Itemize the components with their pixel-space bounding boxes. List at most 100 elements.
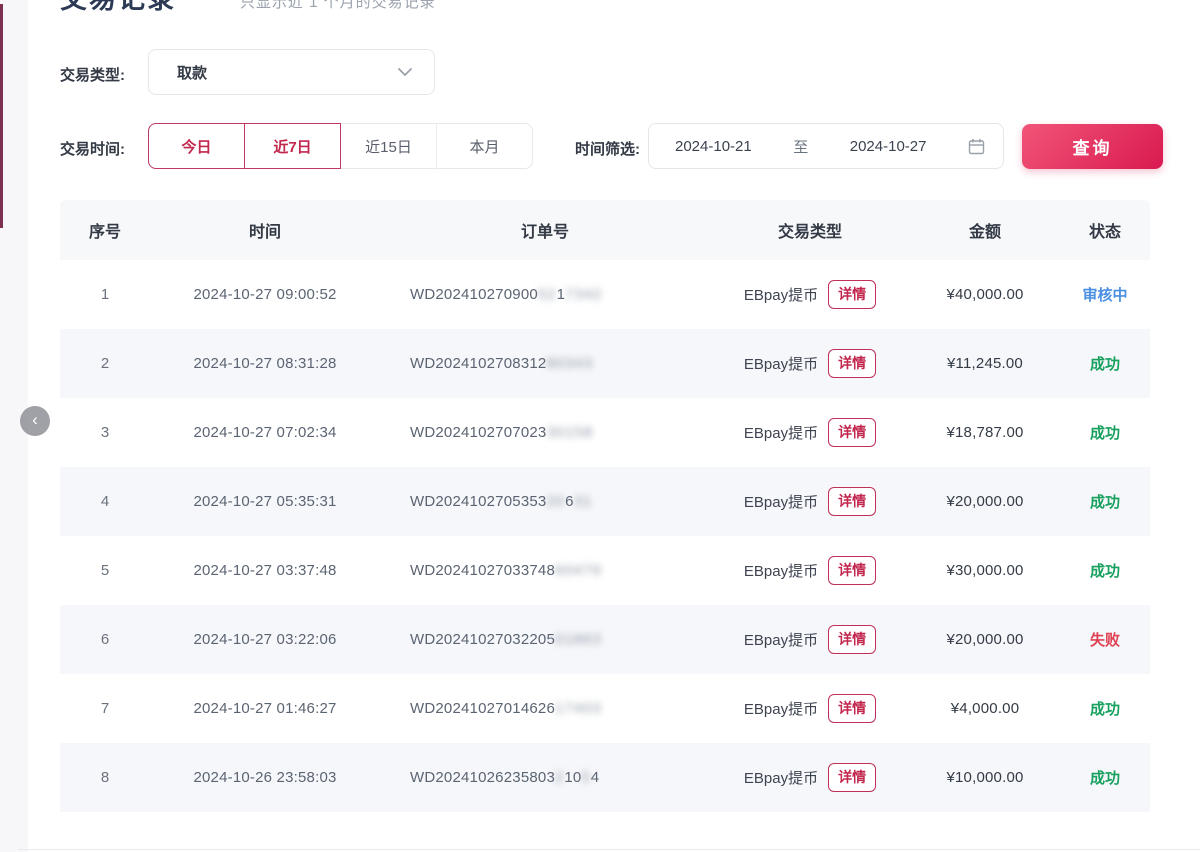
status-badge: 审核中 (1060, 284, 1150, 305)
header-type: 交易类型 (710, 218, 910, 242)
transaction-records-page: ‹ 交易记录 只显示近 1 个月的交易记录 交易类型: 取款 交易时间: 今日 … (0, 0, 1200, 852)
order-segment: WD20241027014626 (410, 700, 555, 717)
table-row: 4 2024-10-27 05:35:31 WD2024102705353206… (60, 467, 1150, 536)
order-segment: 10 (564, 769, 581, 786)
cell-time: 2024-10-26 23:58:03 (150, 769, 380, 786)
order-segment: WD20241027033748 (410, 562, 555, 579)
detail-badge-button[interactable]: 详情 (828, 418, 876, 447)
cell-order-no: WD202410270831280343 (380, 355, 710, 372)
status-badge: 成功 (1060, 698, 1150, 719)
cell-type: EBpay提币 详情 (710, 487, 910, 516)
blurred-order-segment: 30158 (546, 424, 593, 441)
status-badge: 失败 (1060, 629, 1150, 650)
cell-index: 6 (60, 631, 150, 648)
header-amount: 金额 (910, 218, 1060, 242)
transaction-type-text: EBpay提币 (744, 698, 818, 719)
table-row: 8 2024-10-26 23:58:03 WD2024102623580321… (60, 743, 1150, 812)
cell-time: 2024-10-27 07:02:34 (150, 424, 380, 441)
order-segment: WD20241026235803 (410, 769, 555, 786)
cell-time: 2024-10-27 08:31:28 (150, 355, 380, 372)
table-row: 5 2024-10-27 03:37:48 WD2024102703374860… (60, 536, 1150, 605)
cell-type: EBpay提币 详情 (710, 556, 910, 585)
cell-type: EBpay提币 详情 (710, 694, 910, 723)
transaction-type-text: EBpay提币 (744, 629, 818, 650)
status-badge: 成功 (1060, 422, 1150, 443)
cell-type: EBpay提币 详情 (710, 280, 910, 309)
cell-index: 8 (60, 769, 150, 786)
cell-index: 7 (60, 700, 150, 717)
transaction-type-text: EBpay提币 (744, 767, 818, 788)
status-badge: 成功 (1060, 560, 1150, 581)
chevron-left-icon: ‹ (32, 410, 38, 429)
time-filter-today[interactable]: 今日 (148, 123, 245, 169)
detail-badge-button[interactable]: 详情 (828, 280, 876, 309)
cell-order-no: WD202410270702330158 (380, 424, 710, 441)
calendar-icon[interactable] (968, 138, 985, 155)
detail-badge-button[interactable]: 详情 (828, 694, 876, 723)
date-range-separator: 至 (793, 136, 808, 157)
cell-index: 2 (60, 355, 150, 372)
cell-type: EBpay提币 详情 (710, 418, 910, 447)
card-bottom-border (18, 849, 1200, 850)
header-order-no: 订单号 (380, 218, 710, 242)
blurred-order-segment: 17403 (555, 700, 602, 717)
cell-order-no: WD2024102623580321054 (380, 769, 710, 786)
cell-amount: ¥18,787.00 (910, 424, 1060, 441)
status-badge: 成功 (1060, 491, 1150, 512)
cell-type: EBpay提币 详情 (710, 625, 910, 654)
cell-index: 4 (60, 493, 150, 510)
time-filter-thismonth[interactable]: 本月 (436, 123, 533, 169)
order-segment: WD2024102707023 (410, 424, 546, 441)
order-segment: WD20241027032205 (410, 631, 555, 648)
header-status: 状态 (1060, 218, 1150, 242)
order-segment: 1 (557, 286, 566, 303)
table-header-row: 序号 时间 订单号 交易类型 金额 状态 (60, 200, 1150, 260)
table-row: 1 2024-10-27 09:00:52 WD2024102709005217… (60, 260, 1150, 329)
detail-badge-button[interactable]: 详情 (828, 349, 876, 378)
status-badge: 成功 (1060, 353, 1150, 374)
time-filter-last15days[interactable]: 近15日 (340, 123, 437, 169)
blurred-order-segment: 31 (574, 493, 593, 510)
left-accent-strip (0, 4, 3, 228)
order-segment: WD202410270900 (410, 286, 538, 303)
transaction-type-text: EBpay提币 (744, 560, 818, 581)
transaction-time-label: 交易时间: (60, 138, 125, 159)
detail-badge-button[interactable]: 详情 (828, 556, 876, 585)
cell-order-no: WD2024102701462617403 (380, 700, 710, 717)
time-filter-last7days[interactable]: 近7日 (244, 123, 341, 169)
cell-type: EBpay提币 详情 (710, 763, 910, 792)
blurred-order-segment: 20 (546, 493, 565, 510)
cell-index: 5 (60, 562, 150, 579)
cell-time: 2024-10-27 03:37:48 (150, 562, 380, 579)
detail-badge-button[interactable]: 详情 (828, 763, 876, 792)
date-to-value[interactable]: 2024-10-27 (850, 138, 927, 155)
cell-amount: ¥20,000.00 (910, 493, 1060, 510)
order-segment: WD2024102708312 (410, 355, 546, 372)
cell-amount: ¥30,000.00 (910, 562, 1060, 579)
date-from-value[interactable]: 2024-10-21 (675, 138, 752, 155)
cell-time: 2024-10-27 09:00:52 (150, 286, 380, 303)
transaction-type-text: EBpay提币 (744, 353, 818, 374)
detail-badge-button[interactable]: 详情 (828, 625, 876, 654)
cell-index: 3 (60, 424, 150, 441)
collapse-sidebar-button[interactable]: ‹ (20, 406, 50, 436)
blurred-order-segment: 01863 (555, 631, 602, 648)
cell-amount: ¥10,000.00 (910, 769, 1060, 786)
cell-time: 2024-10-27 05:35:31 (150, 493, 380, 510)
transaction-type-text: EBpay提币 (744, 491, 818, 512)
detail-badge-button[interactable]: 详情 (828, 487, 876, 516)
blurred-order-segment: 5 (581, 769, 590, 786)
blurred-order-segment: 60479 (555, 562, 602, 579)
date-range-picker[interactable]: 2024-10-21 至 2024-10-27 (648, 123, 1004, 169)
transaction-type-select[interactable]: 取款 (148, 49, 435, 95)
chevron-down-icon (398, 67, 412, 77)
blurred-order-segment: 80343 (546, 355, 593, 372)
query-button[interactable]: 查询 (1022, 124, 1163, 169)
page-subtitle: 只显示近 1 个月的交易记录 (240, 0, 436, 11)
cell-time: 2024-10-27 03:22:06 (150, 631, 380, 648)
cell-amount: ¥4,000.00 (910, 700, 1060, 717)
cell-type: EBpay提币 详情 (710, 349, 910, 378)
header-time: 时间 (150, 218, 380, 242)
cell-order-no: WD2024102703374860479 (380, 562, 710, 579)
table-body: 1 2024-10-27 09:00:52 WD202410270900 5 2 17… (60, 260, 1150, 812)
